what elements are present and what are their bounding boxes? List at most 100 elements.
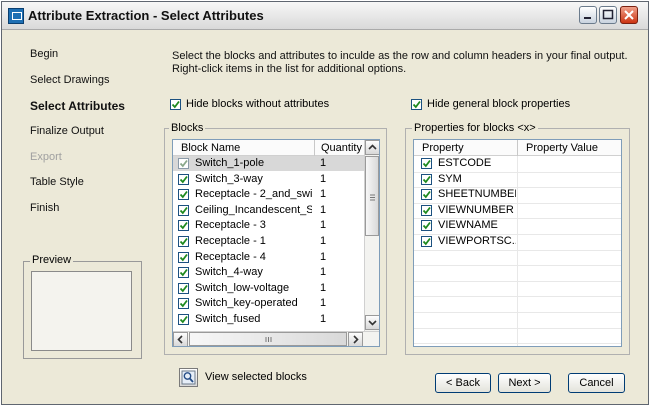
- block-row[interactable]: Receptacle - 4 1: [173, 250, 364, 265]
- property-name: VIEWNUMBER: [438, 203, 514, 216]
- block-row[interactable]: Switch_4-way 1: [173, 265, 364, 280]
- property-row-checkbox[interactable]: [421, 173, 432, 185]
- block-quantity: 1: [320, 281, 327, 294]
- block-row[interactable]: Switch_3-way 1: [173, 172, 364, 187]
- view-selected-blocks-label[interactable]: View selected blocks: [205, 371, 307, 383]
- block-row-checkbox[interactable]: [178, 314, 189, 325]
- block-row-checkbox[interactable]: [178, 267, 189, 279]
- check-icon: [422, 206, 431, 215]
- hide-general-checkbox[interactable]: [411, 99, 422, 110]
- title-bar[interactable]: Attribute Extraction - Select Attributes: [2, 2, 648, 30]
- nav-item-select-drawings[interactable]: Select Drawings: [30, 74, 109, 86]
- property-row[interactable]: ESTCODE: [414, 156, 621, 171]
- block-row-checkbox[interactable]: [178, 236, 189, 247]
- hide-general-label[interactable]: Hide general block properties: [427, 98, 570, 110]
- block-name: Switch_1-pole: [195, 157, 265, 169]
- block-row[interactable]: Switch_fused 1: [173, 312, 364, 327]
- property-row-checkbox[interactable]: [421, 204, 432, 216]
- check-icon: [422, 222, 431, 230]
- nav-item-table-style[interactable]: Table Style: [30, 176, 84, 188]
- blocks-list[interactable]: Block Name Quantity Switch_1-pole 1 Switch…: [172, 139, 380, 347]
- block-quantity: 1: [320, 172, 327, 185]
- block-row[interactable]: Switch_1-pole 1: [173, 156, 364, 171]
- grip-icon: [265, 337, 272, 342]
- scroll-thumb[interactable]: [365, 156, 379, 236]
- column-header-block-name[interactable]: Block Name: [181, 142, 240, 154]
- nav-item-export: Export: [30, 151, 62, 163]
- property-row[interactable]: VIEWNAME: [414, 218, 621, 233]
- property-row[interactable]: SHEETNUMBER: [414, 187, 621, 202]
- property-row-checkbox[interactable]: [421, 236, 432, 247]
- block-name: Switch_4-way: [195, 266, 263, 279]
- block-quantity: 1: [320, 157, 327, 169]
- property-row-checkbox[interactable]: [421, 220, 432, 232]
- properties-list[interactable]: Property Property Value ESTCODE SYM SHEETN…: [413, 139, 622, 347]
- block-row-checkbox[interactable]: [178, 158, 189, 169]
- nav-item-begin[interactable]: Begin: [30, 48, 58, 60]
- check-icon: [179, 191, 188, 199]
- block-row[interactable]: Switch_low-voltage 1: [173, 281, 364, 296]
- block-row[interactable]: Ceiling_Incandescent_Surf 1: [173, 203, 364, 218]
- column-header-property-value[interactable]: Property Value: [526, 142, 598, 154]
- check-icon: [179, 269, 188, 277]
- close-button[interactable]: [620, 6, 638, 24]
- scroll-down-button[interactable]: [365, 315, 379, 330]
- minimize-icon: [584, 17, 591, 19]
- column-header-property[interactable]: Property: [422, 142, 464, 154]
- check-icon: [179, 315, 188, 324]
- check-icon: [171, 100, 180, 109]
- block-row-checkbox[interactable]: [178, 189, 189, 201]
- check-icon: [422, 237, 431, 246]
- scroll-up-button[interactable]: [365, 140, 379, 155]
- chevron-up-icon: [368, 144, 377, 150]
- window-title: Attribute Extraction - Select Attributes: [28, 8, 264, 23]
- block-name: Switch_3-way: [195, 172, 263, 185]
- block-name: Ceiling_Incandescent_Surf: [195, 203, 312, 216]
- dialog-window: Attribute Extraction - Select Attributes…: [1, 1, 649, 405]
- block-name: Switch_low-voltage: [195, 281, 290, 294]
- block-row-checkbox[interactable]: [178, 220, 189, 232]
- block-row[interactable]: Receptacle - 1 1: [173, 234, 364, 249]
- check-icon: [179, 222, 188, 230]
- nav-item-finish[interactable]: Finish: [30, 202, 59, 214]
- block-row-checkbox[interactable]: [178, 298, 189, 310]
- scroll-left-button[interactable]: [173, 332, 188, 346]
- minimize-button[interactable]: [579, 6, 597, 24]
- block-row[interactable]: Switch_key-operated 1: [173, 296, 364, 311]
- block-row-checkbox[interactable]: [178, 251, 189, 263]
- check-icon: [412, 100, 421, 109]
- blocks-horizontal-scrollbar[interactable]: [173, 331, 379, 346]
- block-row-checkbox[interactable]: [178, 282, 189, 294]
- preview-label: Preview: [30, 254, 74, 266]
- property-name: VIEWNAME: [438, 219, 498, 232]
- property-row[interactable]: SYM: [414, 172, 621, 187]
- block-row-checkbox[interactable]: [178, 204, 189, 216]
- block-quantity: 1: [320, 266, 327, 279]
- block-row[interactable]: Receptacle - 2_and_switch 1: [173, 187, 364, 202]
- blocks-list-header: Block Name Quantity: [173, 140, 364, 156]
- block-name: Switch_key-operated: [195, 297, 298, 310]
- scroll-thumb-horizontal[interactable]: [189, 332, 347, 346]
- hide-blocks-checkbox[interactable]: [170, 99, 181, 110]
- nav-item-finalize-output[interactable]: Finalize Output: [30, 125, 104, 137]
- property-row[interactable]: VIEWPORTSC...: [414, 234, 621, 249]
- column-header-quantity[interactable]: Quantity: [321, 142, 362, 154]
- back-button[interactable]: < Back: [435, 373, 491, 393]
- hide-blocks-label[interactable]: Hide blocks without attributes: [186, 98, 329, 110]
- nav-item-select-attributes[interactable]: Select Attributes: [30, 99, 125, 113]
- cancel-button[interactable]: Cancel: [568, 373, 625, 393]
- properties-label: Properties for blocks <x>: [412, 122, 538, 134]
- property-row-checkbox[interactable]: [421, 189, 432, 201]
- maximize-button[interactable]: [599, 6, 617, 24]
- check-icon: [422, 175, 431, 183]
- block-row[interactable]: Receptacle - 3 1: [173, 218, 364, 233]
- block-row-checkbox[interactable]: [178, 173, 189, 185]
- property-row-checkbox[interactable]: [421, 158, 432, 169]
- check-icon: [179, 284, 188, 293]
- property-row[interactable]: VIEWNUMBER: [414, 203, 621, 218]
- view-selected-blocks-button[interactable]: [179, 368, 198, 387]
- instructions-line-1: Select the blocks and attributes to incu…: [172, 50, 628, 62]
- scroll-right-button[interactable]: [348, 332, 363, 346]
- next-button[interactable]: Next >: [498, 373, 551, 393]
- blocks-vertical-scrollbar[interactable]: [364, 140, 379, 331]
